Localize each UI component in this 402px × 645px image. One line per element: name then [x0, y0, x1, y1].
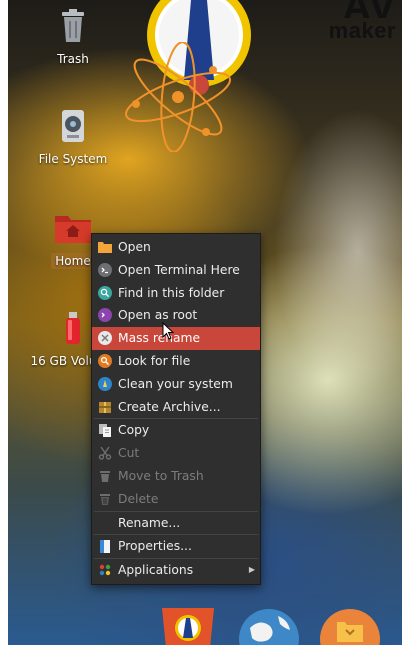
- brand-line2: maker: [328, 18, 396, 43]
- lookup-icon: [98, 353, 112, 368]
- dock-app-institute-icon[interactable]: [160, 608, 216, 645]
- atom-decoration: [125, 42, 231, 152]
- menu-item-label: Open as root: [118, 308, 198, 323]
- menu-item-open[interactable]: Open: [92, 236, 260, 259]
- menu-item-label: Clean your system: [118, 376, 233, 391]
- desktop-icon-trash[interactable]: Trash: [18, 8, 128, 67]
- context-menu: Open Open Terminal Here Find in this fol…: [91, 233, 261, 585]
- desktop-icon-label: Trash: [57, 52, 89, 66]
- submenu-arrow-icon: ▶: [248, 565, 255, 575]
- drive-icon: [62, 110, 84, 142]
- menu-item-label: Open Terminal Here: [118, 262, 240, 277]
- menu-item-delete[interactable]: Delete: [92, 488, 260, 511]
- search-icon: [98, 285, 112, 300]
- menu-item-label: Copy: [118, 423, 150, 438]
- menu-item-applications[interactable]: Applications ▶: [92, 559, 260, 582]
- menu-item-cut[interactable]: Cut: [92, 442, 260, 465]
- menu-item-label: Mass rename: [118, 331, 201, 346]
- applications-icon: [99, 564, 111, 576]
- dock-app-globe-icon[interactable]: [238, 608, 300, 645]
- menu-item-label: Applications: [118, 563, 194, 578]
- menu-item-move-to-trash[interactable]: Move to Trash: [92, 465, 260, 488]
- menu-item-mass-rename[interactable]: Mass rename: [92, 327, 260, 350]
- rename-icon: [98, 331, 112, 346]
- home-folder-icon: [55, 216, 91, 243]
- dock-app-folder-icon[interactable]: [319, 608, 381, 645]
- menu-item-label: Cut: [118, 446, 140, 461]
- menu-item-label: Properties...: [118, 539, 192, 554]
- menu-item-find-in-folder[interactable]: Find in this folder: [92, 282, 260, 305]
- folder-icon: [98, 242, 112, 253]
- usb-drive-icon: [66, 312, 80, 344]
- menu-item-properties[interactable]: Properties...: [92, 535, 260, 558]
- menu-item-look-for-file[interactable]: Look for file: [92, 350, 260, 373]
- desktop-icon-file-system[interactable]: File System: [18, 108, 128, 167]
- trash-can-icon: [62, 9, 84, 42]
- menu-item-label: Open: [118, 240, 151, 254]
- menu-item-label: Delete: [118, 491, 159, 506]
- delete-icon: [100, 493, 110, 505]
- menu-item-clean-system[interactable]: Clean your system: [92, 373, 260, 396]
- mouse-pointer-icon: [162, 322, 174, 340]
- cut-icon: [98, 446, 112, 460]
- cleaner-icon: [98, 376, 112, 391]
- brand-line1: AV: [329, 0, 396, 18]
- menu-item-label: Rename...: [118, 515, 181, 530]
- menu-item-create-archive[interactable]: Create Archive...: [92, 396, 260, 419]
- menu-item-open-as-root[interactable]: Open as root: [92, 304, 260, 327]
- menu-item-copy[interactable]: Copy: [92, 419, 260, 442]
- menu-item-label: Move to Trash: [118, 468, 204, 483]
- desktop-icon-label: File System: [38, 152, 108, 166]
- copy-icon: [99, 424, 111, 438]
- menu-item-label: Look for file: [118, 353, 191, 368]
- archive-icon: [99, 401, 111, 413]
- terminal-icon: [98, 262, 112, 277]
- menu-item-label: Find in this folder: [118, 285, 225, 300]
- root-icon: [98, 308, 112, 323]
- menu-item-label: Create Archive...: [118, 399, 221, 414]
- brand-text: AV maker: [329, 0, 396, 44]
- desktop-icon-label: Home: [51, 253, 95, 269]
- menu-item-rename[interactable]: Rename...: [92, 512, 260, 535]
- menu-item-open-terminal[interactable]: Open Terminal Here: [92, 259, 260, 282]
- trash-icon: [100, 470, 110, 482]
- properties-icon: [100, 540, 110, 554]
